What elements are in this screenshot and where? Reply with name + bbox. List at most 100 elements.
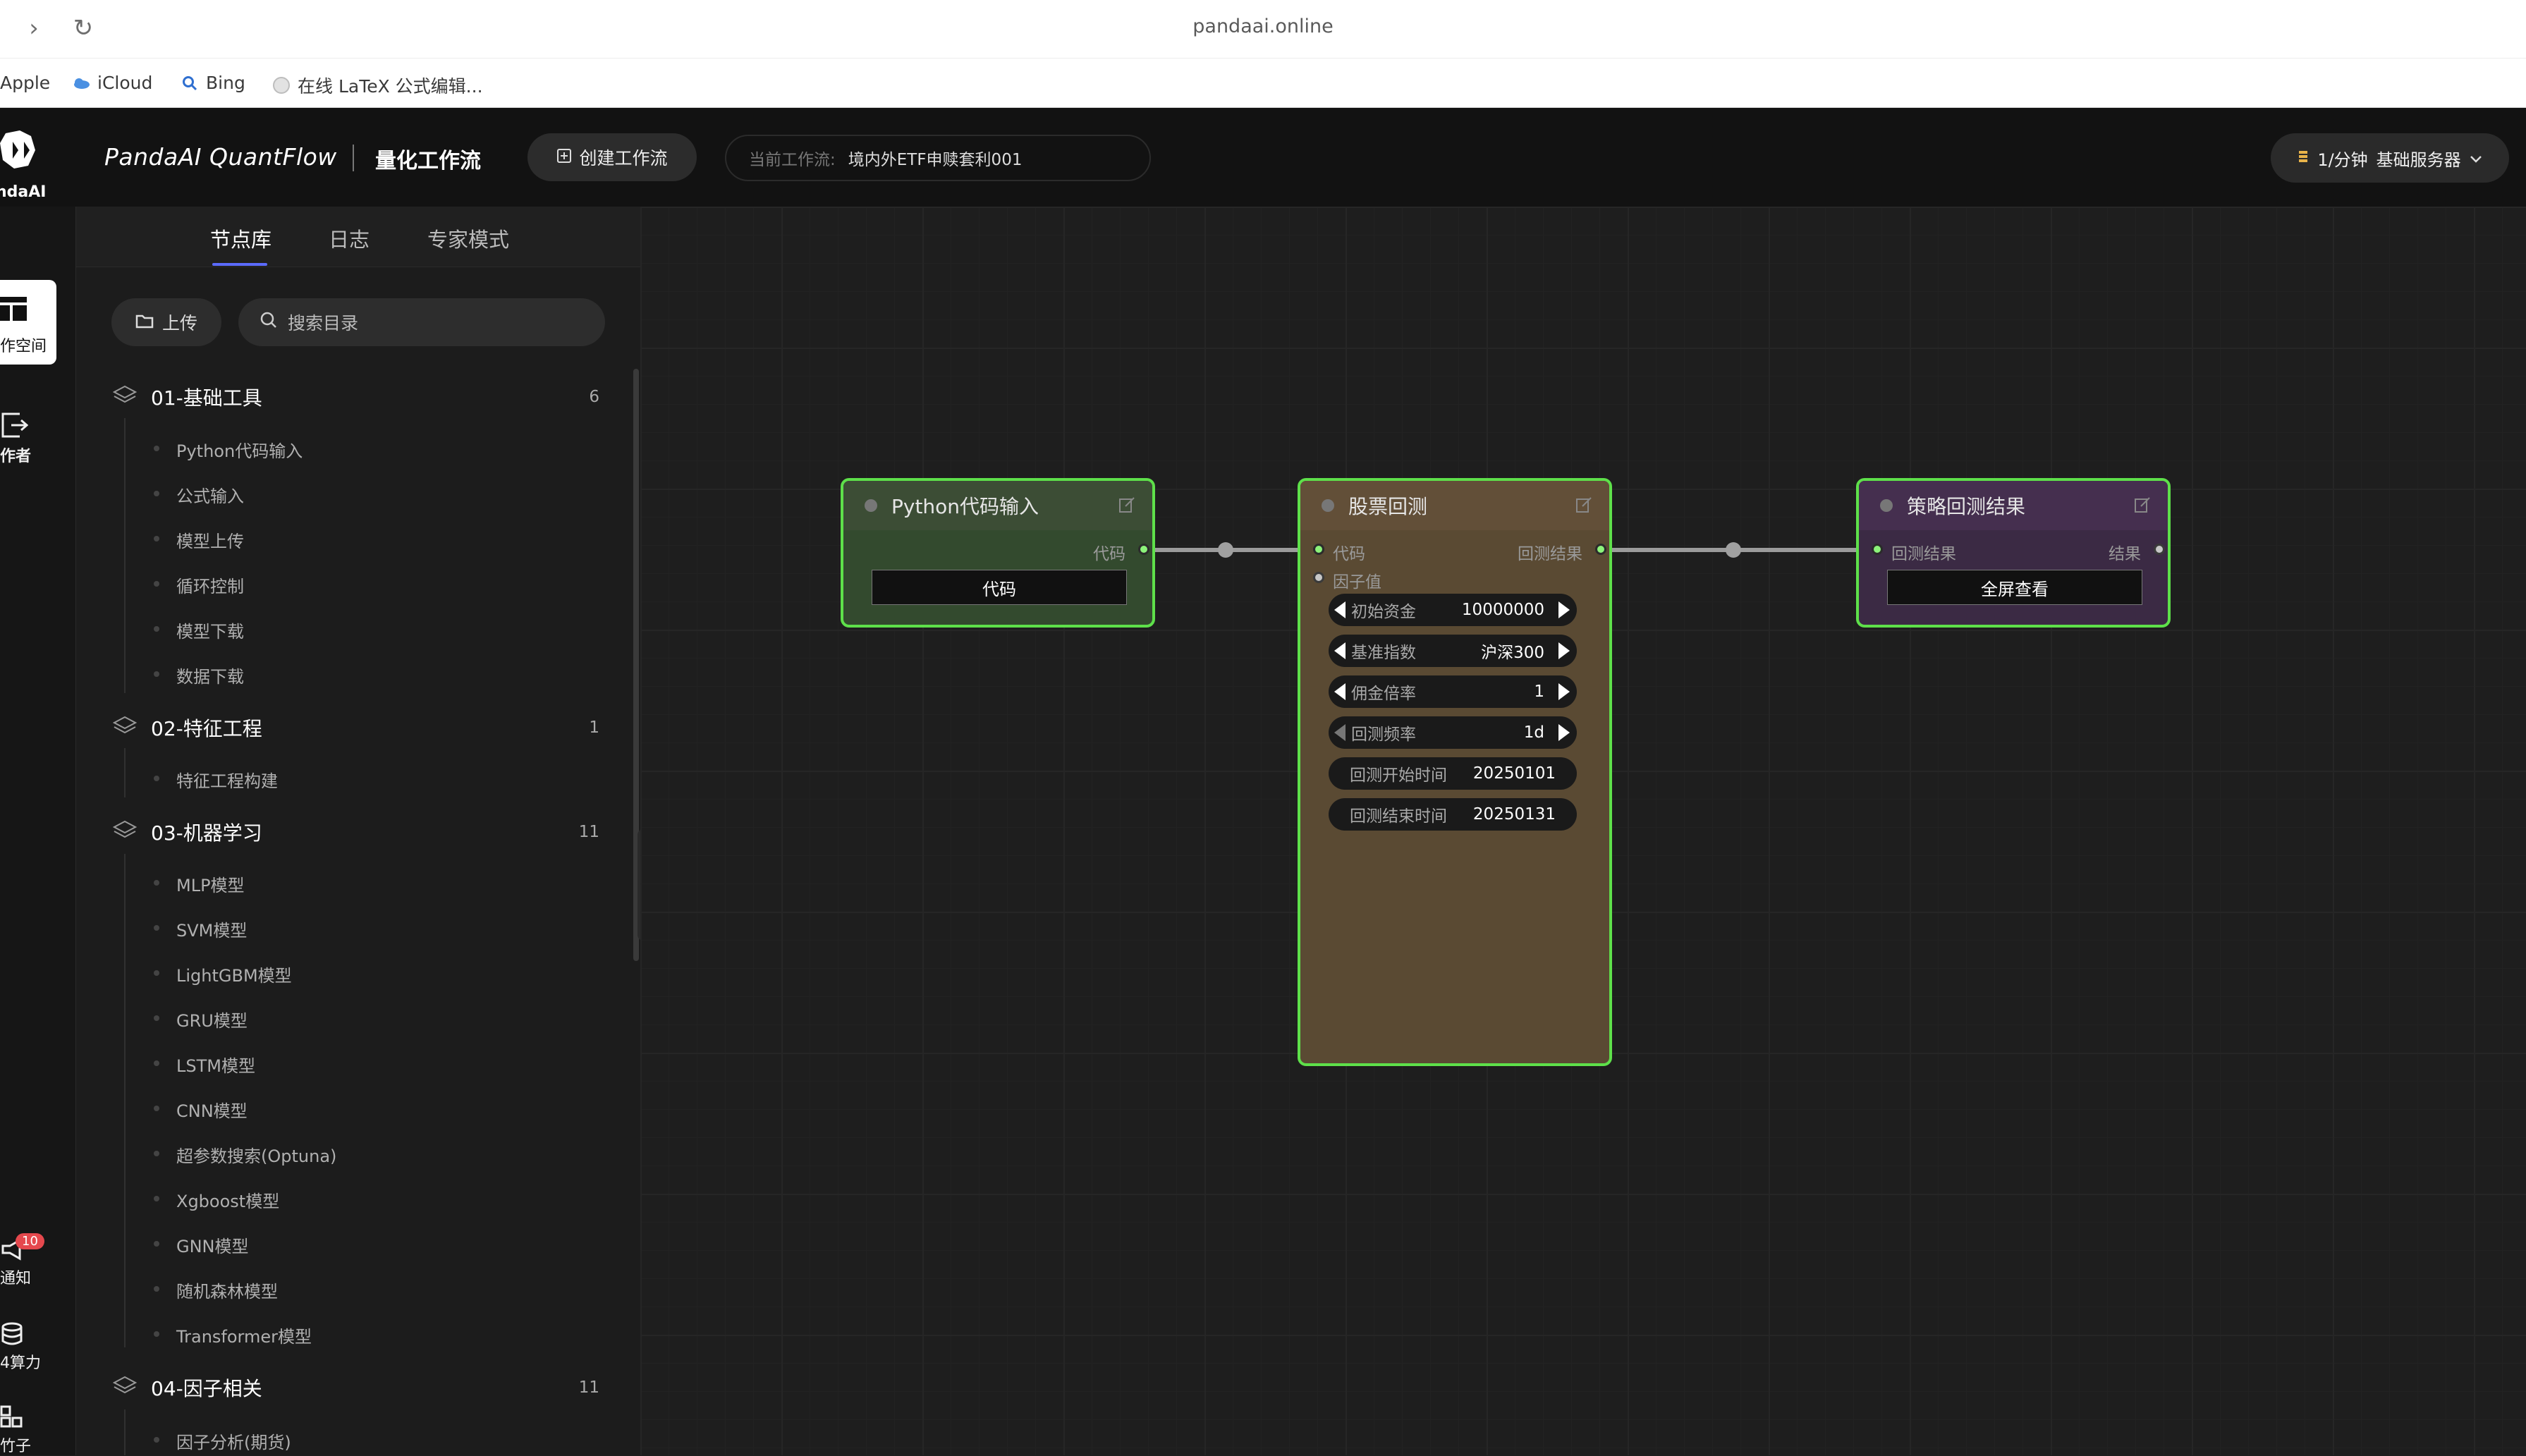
- decrement-icon[interactable]: [1334, 642, 1346, 659]
- server-selector[interactable]: 1/分钟 基础服务器: [2271, 133, 2509, 183]
- list-item[interactable]: Transformer模型: [154, 1323, 312, 1347]
- output-port[interactable]: [1595, 544, 1606, 555]
- folder-icon: [135, 312, 154, 333]
- list-item[interactable]: GRU模型: [154, 1007, 248, 1032]
- globe-icon: [272, 76, 291, 94]
- list-item[interactable]: 随机森林模型: [154, 1278, 278, 1302]
- current-workflow-field[interactable]: 当前工作流: 境内外ETF申赎套利001: [725, 135, 1151, 181]
- code-button[interactable]: 代码: [872, 570, 1127, 605]
- widget-frequency[interactable]: 回测频率 1d: [1329, 716, 1577, 749]
- rail-item-compute[interactable]: 4算力: [0, 1322, 56, 1373]
- node-backtest-result[interactable]: 策略回测结果 回测结果 结果 全屏查看: [1856, 478, 2171, 628]
- create-workflow-button[interactable]: 创建工作流: [527, 133, 697, 181]
- address-bar[interactable]: pandaai.online: [0, 16, 2526, 37]
- list-item[interactable]: LightGBM模型: [154, 962, 292, 986]
- search-input[interactable]: 搜索目录: [238, 298, 605, 346]
- bookmark-icloud[interactable]: iCloud: [72, 73, 152, 93]
- category-feature-engineering[interactable]: 02-特征工程 1: [112, 710, 606, 745]
- notify-badge: 10: [16, 1233, 44, 1249]
- widget-start-date[interactable]: 回测开始时间 20250101: [1329, 757, 1577, 790]
- output-port[interactable]: [2154, 544, 2165, 555]
- list-item[interactable]: 超参数搜索(Optuna): [154, 1142, 336, 1167]
- list-item[interactable]: MLP模型: [154, 871, 245, 896]
- category-basic-tools[interactable]: 01-基础工具 6: [112, 379, 606, 415]
- input-port-code[interactable]: [1313, 544, 1324, 555]
- rail-item-workspace[interactable]: 作空间: [0, 280, 56, 365]
- widget-benchmark[interactable]: 基准指数 沪深300: [1329, 635, 1577, 667]
- bookmark-latex[interactable]: 在线 LaTeX 公式编辑...: [272, 73, 483, 98]
- list-item[interactable]: GNN模型: [154, 1232, 249, 1257]
- fullscreen-view-button[interactable]: 全屏查看: [1887, 570, 2142, 605]
- node-header[interactable]: Python代码输入: [843, 481, 1152, 530]
- list-item[interactable]: Python代码输入: [154, 437, 303, 462]
- upload-button[interactable]: 上传: [111, 298, 221, 346]
- bookmark-bing[interactable]: Bing: [181, 73, 245, 93]
- list-item[interactable]: 模型上传: [154, 527, 244, 552]
- node-status-dot: [865, 499, 877, 512]
- list-item[interactable]: 特征工程构建: [154, 767, 278, 792]
- reroute-dot[interactable]: [1218, 542, 1233, 558]
- list-item[interactable]: CNN模型: [154, 1097, 248, 1122]
- category-factor[interactable]: 04-因子相关 11: [112, 1370, 606, 1405]
- list-item[interactable]: 模型下载: [154, 618, 244, 642]
- rail-item-notify[interactable]: 10 通知: [0, 1233, 56, 1288]
- active-tab-indicator: [212, 263, 267, 266]
- plus-square-icon: [556, 147, 572, 168]
- bookmark-apple[interactable]: Apple: [0, 73, 50, 93]
- tree-line: [124, 418, 126, 693]
- reroute-dot[interactable]: [1726, 542, 1741, 558]
- list-item[interactable]: 因子分析(期货): [154, 1429, 291, 1453]
- increment-icon[interactable]: [1558, 642, 1570, 659]
- edit-icon[interactable]: [2134, 496, 2151, 513]
- increment-icon[interactable]: [1558, 601, 1570, 618]
- tab-log[interactable]: 日志: [329, 224, 370, 253]
- workflow-canvas[interactable]: Python代码输入 代码 代码 股票回测 代码 因子值 回测结果 初始资金 1…: [640, 207, 2526, 1455]
- list-item[interactable]: Xgboost模型: [154, 1187, 279, 1212]
- database-icon: [0, 1322, 56, 1350]
- brand-divider: [353, 145, 354, 171]
- tree-line: [124, 1409, 126, 1455]
- node-python-input[interactable]: Python代码输入 代码 代码: [841, 478, 1155, 628]
- output-port[interactable]: [1138, 544, 1149, 555]
- rail-item-author[interactable]: 作者: [0, 411, 56, 466]
- node-stock-backtest[interactable]: 股票回测 代码 因子值 回测结果 初始资金 10000000 基准指数 沪深30…: [1298, 478, 1612, 1066]
- panda-logo-icon[interactable]: [0, 129, 42, 171]
- decrement-icon[interactable]: [1334, 683, 1346, 700]
- widget-commission[interactable]: 佣金倍率 1: [1329, 675, 1577, 708]
- decrement-icon[interactable]: [1334, 601, 1346, 618]
- layers-icon: [112, 716, 138, 740]
- input-port-factor[interactable]: [1313, 572, 1324, 583]
- node-header[interactable]: 策略回测结果: [1859, 481, 2168, 530]
- edit-icon[interactable]: [1575, 496, 1592, 513]
- tab-expert-mode[interactable]: 专家模式: [427, 224, 509, 253]
- rail-item-factor[interactable]: 竹子: [0, 1405, 56, 1456]
- megaphone-icon: 10: [0, 1233, 56, 1266]
- node-header[interactable]: 股票回测: [1300, 481, 1609, 530]
- input-port[interactable]: [1872, 544, 1883, 555]
- node-status-dot: [1322, 499, 1334, 512]
- port-label-factor: 因子值: [1333, 573, 1381, 592]
- increment-icon[interactable]: [1558, 683, 1570, 700]
- port-label-out: 代码: [1093, 545, 1125, 563]
- list-item[interactable]: 公式输入: [154, 482, 244, 507]
- increment-icon[interactable]: [1558, 724, 1570, 741]
- node-title: 策略回测结果: [1907, 495, 2026, 518]
- widget-end-date[interactable]: 回测结束时间 20250131: [1329, 798, 1577, 831]
- list-item[interactable]: LSTM模型: [154, 1052, 255, 1077]
- port-label-out: 结果: [2109, 545, 2141, 563]
- list-item[interactable]: 数据下载: [154, 663, 244, 687]
- list-item[interactable]: 循环控制: [154, 573, 244, 597]
- cloud-icon: [72, 74, 90, 92]
- list-item[interactable]: SVM模型: [154, 917, 247, 941]
- widget-initial-capital[interactable]: 初始资金 10000000: [1329, 594, 1577, 626]
- panel-tabs: 节点库 日志 专家模式: [76, 207, 640, 267]
- node-status-dot: [1880, 499, 1893, 512]
- category-machine-learning[interactable]: 03-机器学习 11: [112, 814, 606, 850]
- decrement-icon[interactable]: [1334, 724, 1346, 741]
- browser-nav-row: › ↻ pandaai.online: [0, 0, 2526, 56]
- tree-line: [124, 748, 126, 797]
- logout-icon: [0, 411, 56, 443]
- tab-node-library[interactable]: 节点库: [210, 224, 271, 253]
- edit-icon[interactable]: [1118, 496, 1135, 513]
- brand-title: PandaAI QuantFlow: [104, 143, 337, 171]
